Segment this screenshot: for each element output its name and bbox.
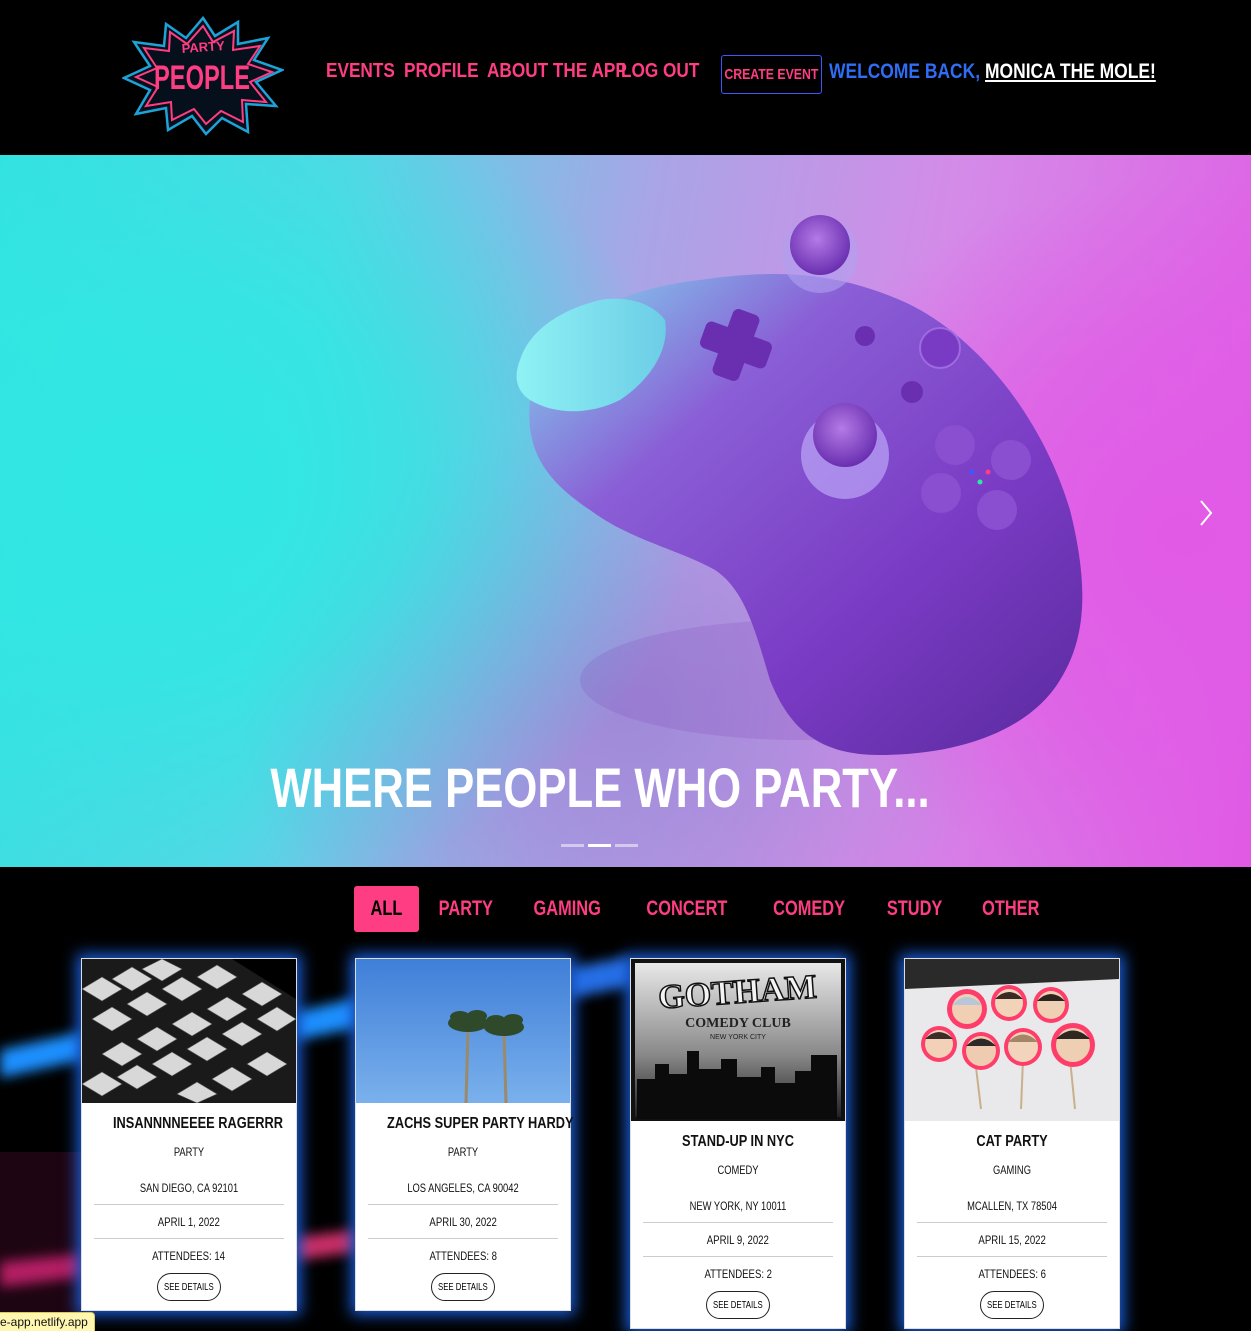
chevron-right-icon[interactable] [1196,498,1216,528]
username-link[interactable]: MONICA THE MOLE! [985,60,1156,83]
hero-caption: WHERE PEOPLE WHO PARTY... [270,756,930,819]
event-attendees-row: ATTENDEES: 2 SEE DETAILS [643,1256,833,1328]
filter-study-label: STUDY [886,897,943,920]
event-card[interactable]: GOTHAM COMEDY CLUB NEW YORK CITY STAND-U… [630,958,846,1329]
event-type: GAMING [993,1163,1031,1177]
event-location: LOS ANGELES, CA 90042 [407,1181,519,1195]
event-card[interactable]: INSANNNNEEEE RAGERRR PARTY SAN DIEGO, CA… [81,958,297,1311]
event-attendees: ATTENDEES: 14 [152,1249,226,1263]
event-title: INSANNNNEEEE RAGERRR [113,1115,283,1132]
filter-concert[interactable]: CONCERT [623,886,751,932]
carousel-indicator-3[interactable] [615,844,638,847]
event-image-gotham-comedy-club: GOTHAM COMEDY CLUB NEW YORK CITY [631,959,845,1121]
event-location: NEW YORK, NY 10011 [689,1199,787,1213]
event-type: COMEDY [717,1163,759,1177]
filter-all[interactable]: ALL [354,886,419,932]
gotham-image-line2: COMEDY CLUB [685,1016,791,1031]
carousel-indicator-2[interactable] [588,844,611,847]
event-attendees: ATTENDEES: 6 [978,1267,1046,1281]
see-details-button[interactable]: SEE DETAILS [980,1291,1044,1319]
category-filters: ALL PARTY GAMING CONCERT COMEDY STUDY OT… [354,886,1060,932]
filter-all-label: ALL [370,897,403,920]
carousel-indicators [561,844,638,847]
party-people-logo[interactable]: PARTY PEOPLE [122,16,284,136]
welcome-message: WELCOME BACK, MONICA THE MOLE! [829,60,1156,84]
filter-gaming[interactable]: GAMING [512,886,622,932]
carousel-indicator-1[interactable] [561,844,584,847]
event-card[interactable]: ZACHS SUPER PARTY HARDY PARTY LOS ANGELE… [355,958,574,1311]
see-details-label: SEE DETAILS [713,1299,763,1311]
site-header: PARTY PEOPLE EVENTS PROFILE ABOUT THE AP… [0,0,1251,155]
filter-other[interactable]: OTHER [962,886,1060,932]
see-details-button[interactable]: SEE DETAILS [431,1273,495,1301]
see-details-label: SEE DETAILS [164,1281,214,1293]
event-attendees: ATTENDEES: 8 [429,1249,497,1263]
event-attendees: ATTENDEES: 2 [704,1267,772,1281]
nav-profile[interactable]: PROFILE [404,60,479,83]
event-card-body: CAT PARTY GAMING MCALLEN, TX 78504 APRIL… [905,1121,1119,1328]
see-details-button[interactable]: SEE DETAILS [157,1273,221,1301]
link-status-bar: e-app.netlify.app [0,1312,95,1331]
event-date: APRIL 15, 2022 [978,1233,1046,1247]
filter-study[interactable]: STUDY [867,886,962,932]
event-date-row: APRIL 30, 2022 [368,1204,558,1238]
event-date-row: APRIL 1, 2022 [94,1204,284,1238]
see-details-label: SEE DETAILS [438,1281,488,1293]
hero-carousel: WHERE PEOPLE WHO PARTY... [0,155,1251,867]
event-title: CAT PARTY [976,1133,1048,1150]
event-date: APRIL 1, 2022 [157,1215,221,1229]
welcome-text: WELCOME BACK, [829,60,981,83]
event-card[interactable]: CAT PARTY GAMING MCALLEN, TX 78504 APRIL… [904,958,1120,1329]
event-type: PARTY [173,1145,205,1159]
filter-gaming-label: GAMING [533,897,602,920]
see-details-label: SEE DETAILS [987,1299,1037,1311]
nav-about-the-app[interactable]: ABOUT THE APP [487,60,627,83]
nav-events[interactable]: EVENTS [326,60,395,83]
event-image-face-cutouts [905,959,1119,1121]
nav-log-out[interactable]: LOG OUT [621,60,699,83]
event-attendees-row: ATTENDEES: 6 SEE DETAILS [917,1256,1107,1328]
gotham-image-line3: NEW YORK CITY [710,1034,766,1041]
event-card-body: ZACHS SUPER PARTY HARDY PARTY LOS ANGELE… [356,1103,574,1310]
event-image-abstract-building [82,959,296,1103]
create-event-button[interactable]: CREATE EVENT [721,55,822,94]
event-date: APRIL 9, 2022 [706,1233,770,1247]
create-event-label: CREATE EVENT [724,66,819,83]
filter-party-label: PARTY [438,897,493,920]
event-attendees-row: ATTENDEES: 14 SEE DETAILS [94,1238,284,1310]
event-date-row: APRIL 9, 2022 [643,1222,833,1256]
event-date-row: APRIL 15, 2022 [917,1222,1107,1256]
event-image-palm-trees [356,959,570,1103]
event-title: ZACHS SUPER PARTY HARDY [387,1115,574,1132]
event-card-body: INSANNNNEEEE RAGERRR PARTY SAN DIEGO, CA… [82,1103,296,1310]
filter-party[interactable]: PARTY [419,886,513,932]
event-type: PARTY [447,1145,479,1159]
event-title: STAND-UP IN NYC [682,1133,794,1150]
logo-top-word: PARTY [181,38,225,56]
filter-comedy-label: COMEDY [772,897,845,920]
filter-other-label: OTHER [982,897,1040,920]
event-location: SAN DIEGO, CA 92101 [139,1181,239,1195]
event-date: APRIL 30, 2022 [429,1215,497,1229]
logo-main-word: PEOPLE [154,59,250,97]
game-controller-image [516,215,1083,755]
event-attendees-row: ATTENDEES: 8 SEE DETAILS [368,1238,558,1310]
filter-concert-label: CONCERT [646,897,728,920]
filter-comedy[interactable]: COMEDY [751,886,867,932]
event-card-body: STAND-UP IN NYC COMEDY NEW YORK, NY 1001… [631,1121,845,1328]
see-details-button[interactable]: SEE DETAILS [706,1291,770,1319]
event-location: MCALLEN, TX 78504 [967,1199,1057,1213]
